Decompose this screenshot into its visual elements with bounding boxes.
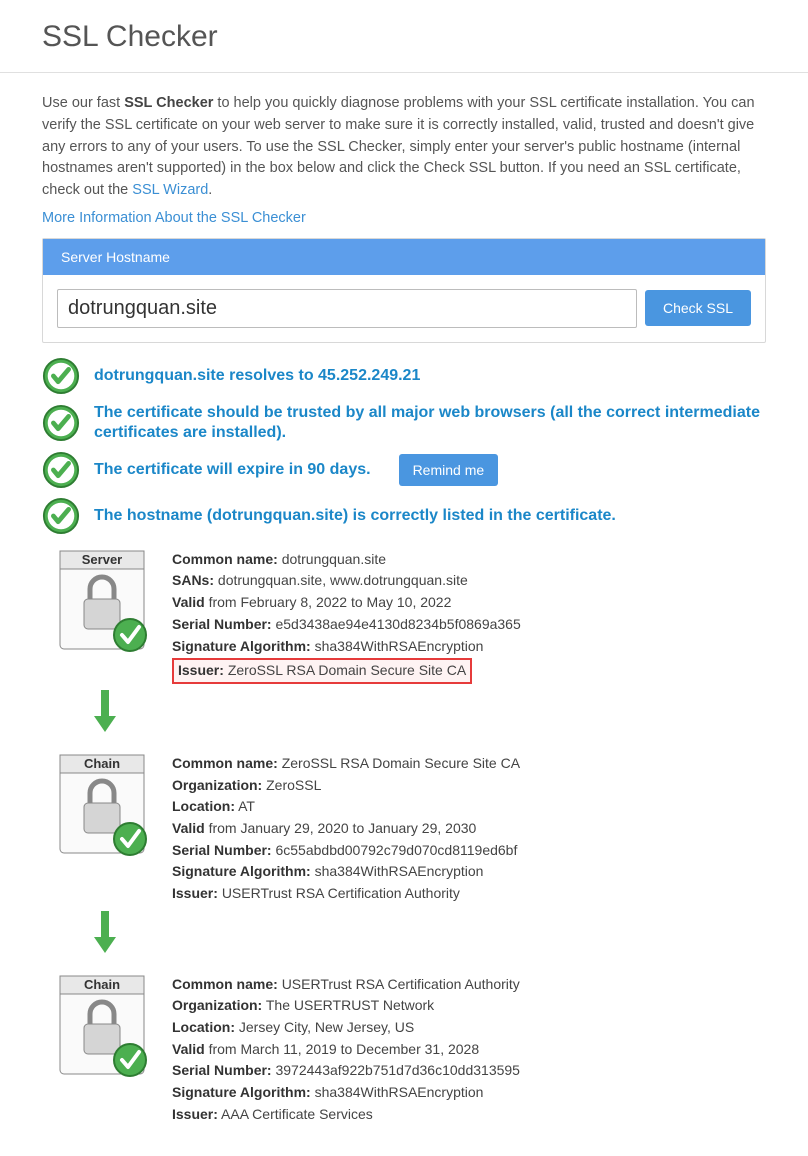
- label-sigalg: Signature Algorithm:: [172, 1084, 311, 1100]
- check-ssl-button[interactable]: Check SSL: [645, 290, 751, 326]
- intro-text: Use our fast SSL Checker to help you qui…: [42, 93, 766, 202]
- value-serial: 6c55abdbd00792c79d070cd8119ed6bf: [275, 842, 517, 858]
- intro-period: .: [208, 182, 212, 198]
- intro-bold: SSL Checker: [124, 95, 213, 111]
- label-valid: Valid: [172, 1041, 205, 1057]
- value-serial: 3972443af922b751d7d36c10dd313595: [275, 1062, 519, 1078]
- value-sigalg: sha384WithRSAEncryption: [315, 638, 484, 654]
- cert-details: Common name: USERTrust RSA Certification…: [172, 970, 520, 1126]
- cert-block-chain: Chain Common name: ZeroSSL RSA Domain Se…: [52, 749, 766, 905]
- value-valid: from February 8, 2022 to May 10, 2022: [209, 594, 452, 610]
- check-text: The hostname (dotrungquan.site) is corre…: [94, 506, 616, 526]
- label-org: Organization:: [172, 777, 262, 793]
- value-org: ZeroSSL: [266, 777, 321, 793]
- value-cn: dotrungquan.site: [282, 551, 386, 567]
- label-valid: Valid: [172, 594, 205, 610]
- more-info-link[interactable]: More Information About the SSL Checker: [42, 210, 306, 226]
- chain-cert-icon: Chain: [52, 749, 152, 905]
- page-title: SSL Checker: [42, 20, 808, 54]
- value-sigalg: sha384WithRSAEncryption: [315, 863, 484, 879]
- chain-cert-icon: Chain: [52, 970, 152, 1126]
- check-row-resolve: dotrungquan.site resolves to 45.252.249.…: [42, 357, 766, 395]
- value-org: The USERTRUST Network: [266, 997, 434, 1013]
- checkmark-icon: [42, 357, 80, 395]
- label-issuer: Issuer:: [172, 885, 218, 901]
- value-issuer: AAA Certificate Services: [221, 1106, 373, 1122]
- check-row-hostname: The hostname (dotrungquan.site) is corre…: [42, 497, 766, 535]
- label-cn: Common name:: [172, 551, 278, 567]
- label-location: Location:: [172, 1019, 235, 1035]
- check-text: The certificate should be trusted by all…: [94, 403, 766, 443]
- label-serial: Serial Number:: [172, 616, 272, 632]
- issuer-highlight: Issuer: ZeroSSL RSA Domain Secure Site C…: [172, 658, 472, 684]
- svg-text:Server: Server: [82, 552, 122, 567]
- label-cn: Common name:: [172, 976, 278, 992]
- label-serial: Serial Number:: [172, 1062, 272, 1078]
- value-sigalg: sha384WithRSAEncryption: [315, 1084, 484, 1100]
- label-sigalg: Signature Algorithm:: [172, 863, 311, 879]
- value-issuer: ZeroSSL RSA Domain Secure Site CA: [228, 662, 466, 678]
- value-issuer: USERTrust RSA Certification Authority: [222, 885, 460, 901]
- label-sigalg: Signature Algorithm:: [172, 638, 311, 654]
- label-location: Location:: [172, 798, 235, 814]
- label-issuer: Issuer:: [172, 1106, 218, 1122]
- hostname-panel: Server Hostname Check SSL: [42, 238, 766, 343]
- checkmark-icon: [42, 451, 80, 489]
- cert-details: Common name: dotrungquan.site SANs: dotr…: [172, 545, 521, 684]
- value-serial: e5d3438ae94e4130d8234b5f0869a365: [275, 616, 520, 632]
- check-row-trusted: The certificate should be trusted by all…: [42, 403, 766, 443]
- check-text: dotrungquan.site resolves to 45.252.249.…: [94, 366, 420, 386]
- value-valid: from January 29, 2020 to January 29, 203…: [209, 820, 477, 836]
- value-cn: USERTrust RSA Certification Authority: [282, 976, 520, 992]
- value-cn: ZeroSSL RSA Domain Secure Site CA: [282, 755, 520, 771]
- server-cert-icon: Server: [52, 545, 152, 684]
- check-text: The certificate will expire in 90 days.: [94, 460, 371, 480]
- chain-arrow-icon: [90, 909, 766, 960]
- page-header: SSL Checker: [0, 0, 808, 73]
- checkmark-icon: [42, 404, 80, 442]
- intro-prefix: Use our fast: [42, 95, 124, 111]
- panel-header: Server Hostname: [43, 239, 765, 275]
- svg-text:Chain: Chain: [84, 756, 120, 771]
- remind-me-button[interactable]: Remind me: [399, 454, 499, 486]
- label-cn: Common name:: [172, 755, 278, 771]
- value-location: AT: [238, 798, 255, 814]
- cert-block-chain: Chain Common name: USERTrust RSA Certifi…: [52, 970, 766, 1126]
- cert-details: Common name: ZeroSSL RSA Domain Secure S…: [172, 749, 520, 905]
- value-location: Jersey City, New Jersey, US: [239, 1019, 414, 1035]
- value-sans: dotrungquan.site, www.dotrungquan.site: [218, 572, 468, 588]
- label-org: Organization:: [172, 997, 262, 1013]
- value-valid: from March 11, 2019 to December 31, 2028: [209, 1041, 480, 1057]
- check-row-expiry: The certificate will expire in 90 days. …: [42, 451, 766, 489]
- cert-block-server: Server Common name: dotrungquan.site SAN…: [52, 545, 766, 684]
- label-valid: Valid: [172, 820, 205, 836]
- hostname-input[interactable]: [57, 289, 637, 328]
- label-issuer: Issuer:: [178, 662, 224, 678]
- chain-arrow-icon: [90, 688, 766, 739]
- label-serial: Serial Number:: [172, 842, 272, 858]
- ssl-wizard-link[interactable]: SSL Wizard: [132, 182, 208, 198]
- label-sans: SANs:: [172, 572, 214, 588]
- checkmark-icon: [42, 497, 80, 535]
- svg-text:Chain: Chain: [84, 977, 120, 992]
- results-section: dotrungquan.site resolves to 45.252.249.…: [42, 357, 766, 1126]
